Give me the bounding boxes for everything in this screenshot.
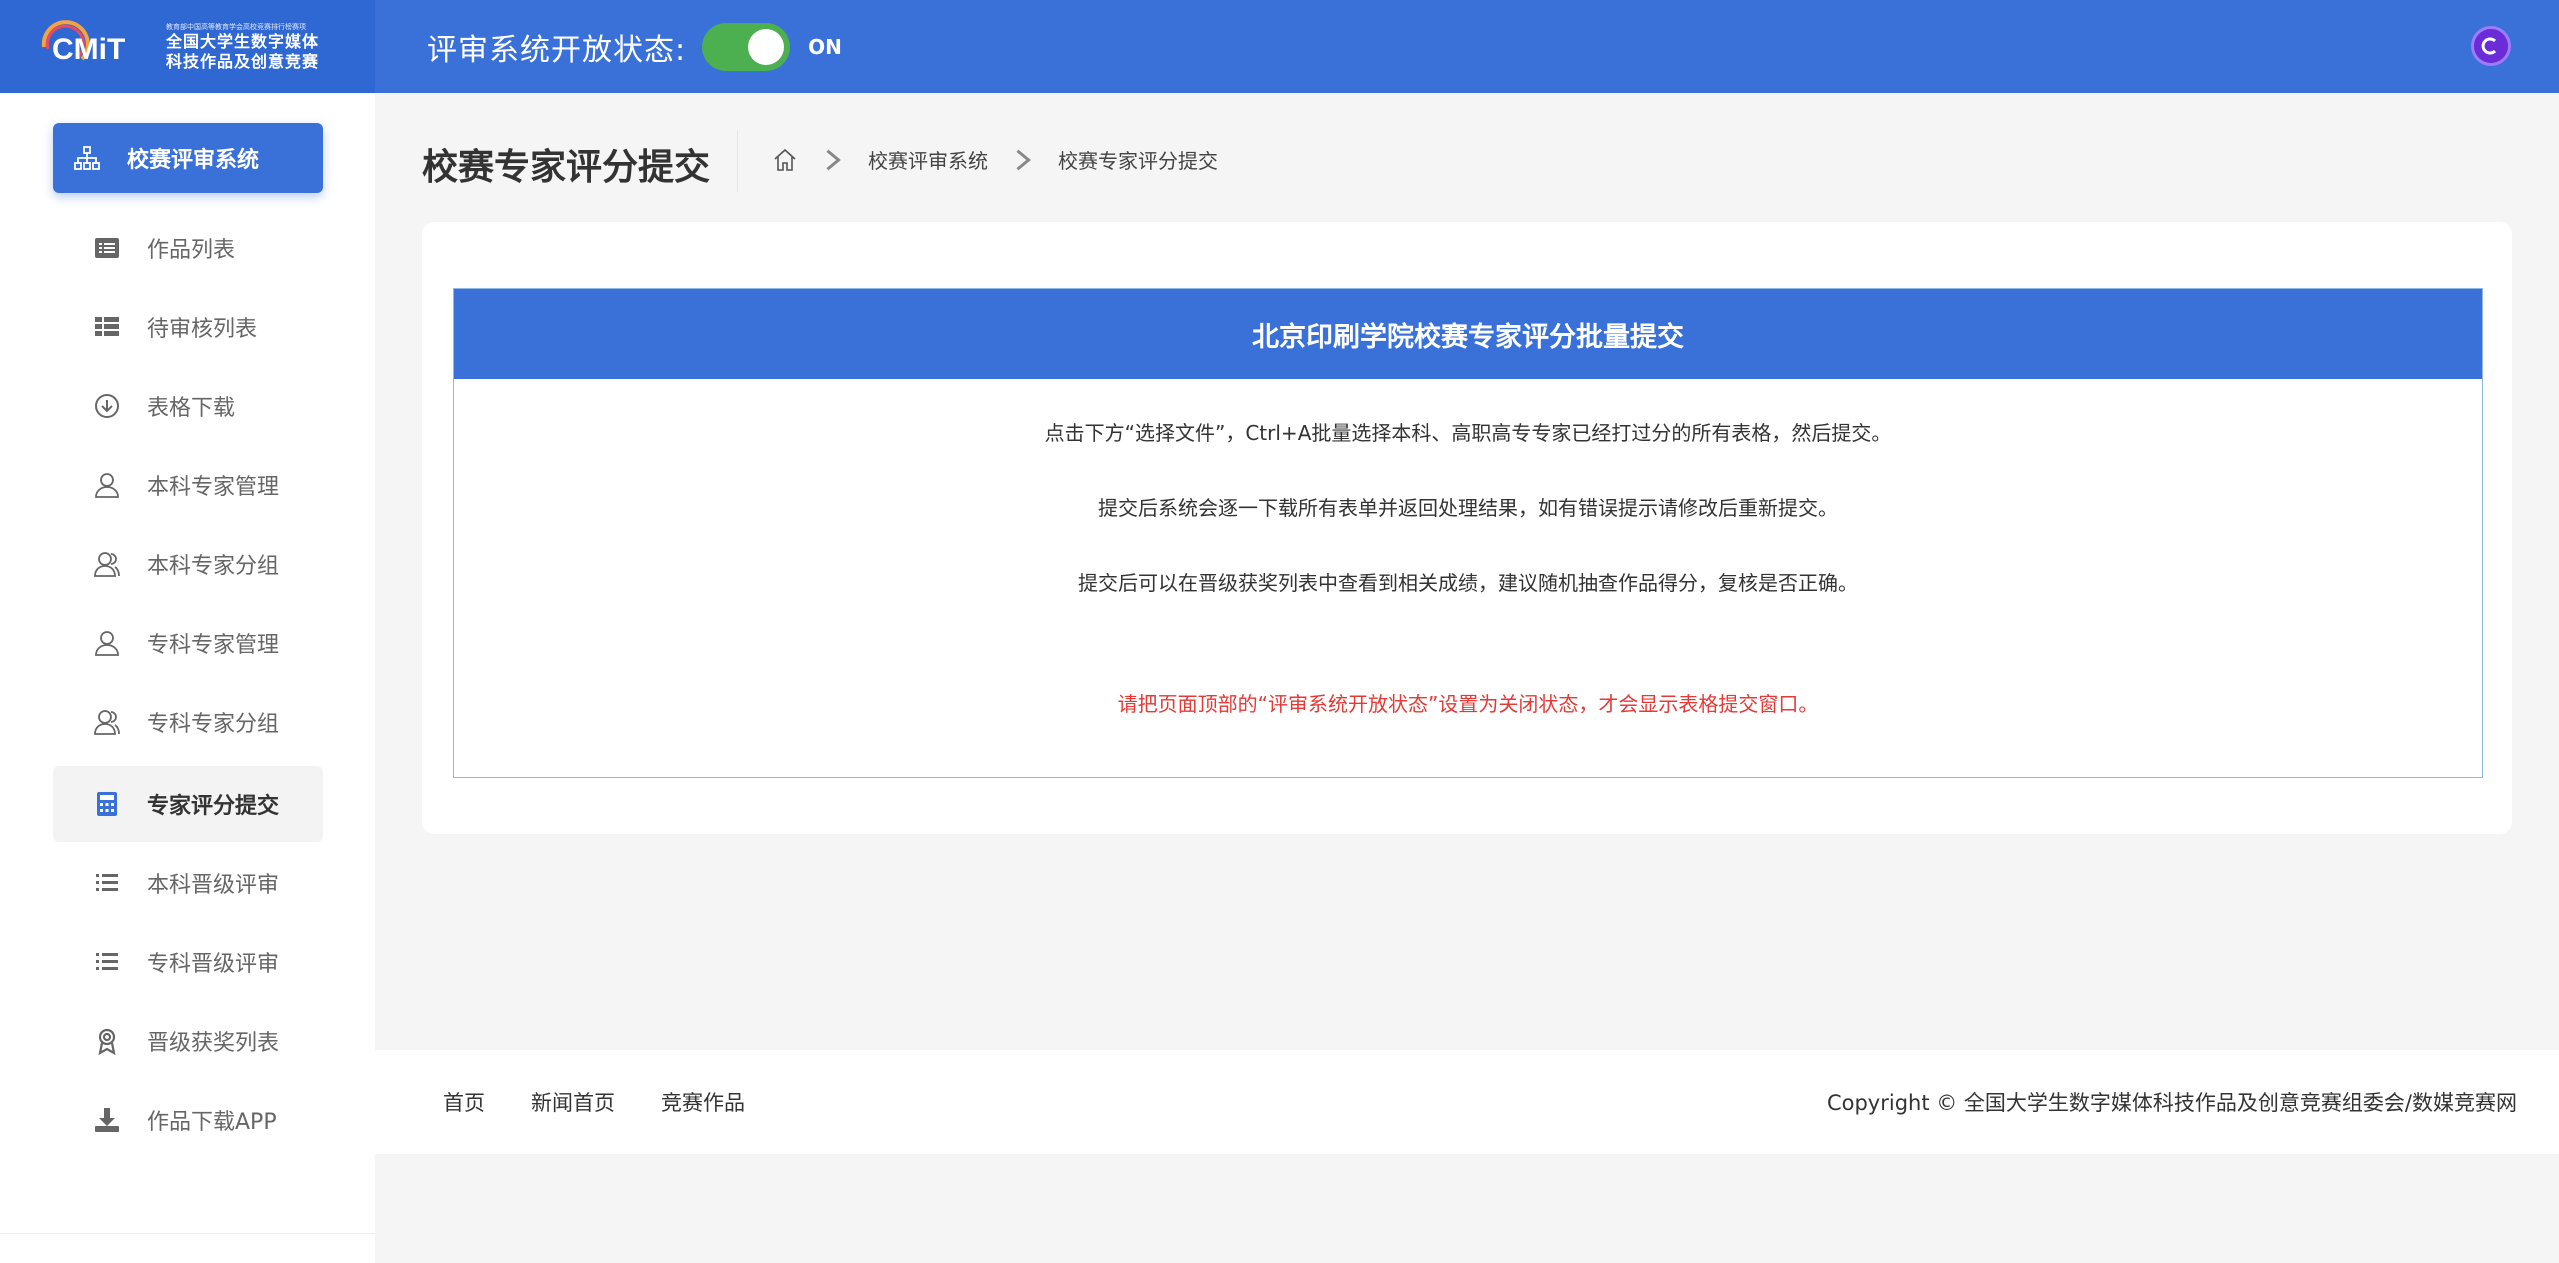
sidebar-item-score-submit[interactable]: 专家评分提交	[53, 766, 323, 842]
toggle-state-text: ON	[808, 34, 842, 59]
instruction-line-1: 点击下方“选择文件”，Ctrl+A批量选择本科、高职高专专家已经打过分的所有表格…	[1044, 421, 1892, 445]
calculator-icon	[97, 792, 117, 816]
user-icon	[95, 631, 119, 656]
copyright: Copyright © 全国大学生数字媒体科技作品及创意竞赛组委会/数媒竞赛网	[1826, 1091, 2517, 1115]
sidebar-item-label: 本科专家分组	[147, 554, 280, 579]
user-avatar[interactable]	[2471, 26, 2511, 66]
grid-list-icon	[95, 317, 119, 336]
footer-link-works[interactable]: 竞赛作品	[661, 1087, 745, 1117]
list-icon	[96, 953, 118, 970]
panel-title: 北京印刷学院校赛专家评分批量提交	[454, 289, 2482, 379]
breadcrumb-review-system[interactable]: 校赛评审系统	[868, 145, 988, 174]
sidebar-item-undergrad-groups[interactable]: 本科专家分组	[53, 526, 323, 602]
sidebar-item-award-list[interactable]: 晋级获奖列表	[53, 1003, 323, 1079]
logo-line-2: 科技作品及创意竞赛	[166, 51, 320, 71]
sidebar-item-college-promotion[interactable]: 专科晋级评审	[53, 924, 323, 1000]
batch-submit-panel: 北京印刷学院校赛专家评分批量提交 点击下方“选择文件”，Ctrl+A批量选择本科…	[453, 288, 2483, 778]
logo[interactable]: CMiT 教育部中国高等教育学会高校竞赛排行榜赛项 全国大学生数字媒体 科技作品…	[0, 0, 375, 93]
toggle-knob	[748, 28, 785, 65]
download-circle-icon	[95, 394, 119, 418]
content-card: 北京印刷学院校赛专家评分批量提交 点击下方“选择文件”，Ctrl+A批量选择本科…	[422, 222, 2512, 834]
sidebar-item-form-download[interactable]: 表格下载	[53, 368, 323, 444]
award-icon	[98, 1028, 116, 1055]
sidebar-item-label: 本科晋级评审	[147, 873, 280, 898]
top-header: CMiT 教育部中国高等教育学会高校竞赛排行榜赛项 全国大学生数字媒体 科技作品…	[0, 0, 2559, 93]
page-title: 校赛专家评分提交	[422, 147, 711, 188]
sidebar-item-label: 专科晋级评审	[147, 952, 280, 977]
review-status-label: 评审系统开放状态:	[427, 32, 687, 68]
logo-line-1: 全国大学生数字媒体	[166, 31, 320, 51]
sidebar-item-label: 专科专家管理	[147, 633, 280, 658]
chevron-right-icon	[1016, 149, 1031, 170]
review-status-toggle[interactable]	[702, 22, 791, 71]
page-footer: 首页 新闻首页 竞赛作品 Copyright © 全国大学生数字媒体科技作品及创…	[375, 1050, 2559, 1154]
user-group-icon	[94, 710, 120, 735]
instruction-line-3: 提交后可以在晋级获奖列表中查看到相关成绩，建议随机抽查作品得分，复核是否正确。	[1078, 571, 1858, 595]
sidebar: 校赛评审系统 作品列表 待审核列表 表格下载 本科专家管理 本科专家分组 专科专…	[0, 93, 375, 1263]
sidebar-footer	[0, 1233, 375, 1263]
instruction-line-2: 提交后系统会逐一下载所有表单并返回处理结果，如有错误提示请修改后重新提交。	[1098, 496, 1838, 520]
cmit-logo-icon: CMiT	[41, 19, 125, 66]
sidebar-item-review-system[interactable]: 校赛评审系统	[53, 123, 323, 193]
breadcrumb: 校赛评审系统 校赛专家评分提交	[772, 145, 1218, 174]
org-chart-icon	[74, 146, 100, 170]
sidebar-item-label: 本科专家管理	[147, 475, 280, 500]
home-icon[interactable]	[772, 147, 798, 173]
user-icon	[95, 473, 119, 498]
sidebar-item-label: 作品下载APP	[147, 1110, 277, 1135]
footer-link-home[interactable]: 首页	[443, 1087, 485, 1117]
sidebar-item-college-groups[interactable]: 专科专家分组	[53, 684, 323, 760]
download-tray-icon	[95, 1108, 119, 1132]
list-icon	[96, 874, 118, 891]
sidebar-item-label: 表格下载	[147, 396, 236, 421]
sidebar-item-label: 作品列表	[147, 238, 236, 263]
review-status: 评审系统开放状态: ON	[427, 22, 842, 71]
sidebar-item-undergrad-promotion[interactable]: 本科晋级评审	[53, 845, 323, 921]
sidebar-item-undergrad-experts[interactable]: 本科专家管理	[53, 447, 323, 523]
sidebar-item-download-app[interactable]: 作品下载APP	[53, 1082, 323, 1158]
sidebar-item-label: 专家评分提交	[147, 794, 280, 819]
warning-message: 请把页面顶部的“评审系统开放状态”设置为关闭状态，才会显示表格提交窗口。	[1117, 692, 1819, 716]
sidebar-item-pending-list[interactable]: 待审核列表	[53, 289, 323, 365]
title-divider	[737, 130, 738, 192]
breadcrumb-current: 校赛专家评分提交	[1058, 149, 1218, 173]
sidebar-item-label: 校赛评审系统	[127, 148, 260, 173]
svg-text:CMiT: CMiT	[52, 33, 125, 66]
logo-subtitle: 教育部中国高等教育学会高校竞赛排行榜赛项	[166, 22, 306, 31]
sidebar-item-label: 待审核列表	[147, 317, 258, 342]
sidebar-item-label: 专科专家分组	[147, 712, 280, 737]
list-box-icon	[95, 238, 119, 258]
user-group-icon	[94, 552, 120, 577]
avatar-c-icon	[2481, 37, 2497, 55]
sidebar-item-college-experts[interactable]: 专科专家管理	[53, 605, 323, 681]
sidebar-item-works-list[interactable]: 作品列表	[53, 210, 323, 286]
footer-link-news[interactable]: 新闻首页	[531, 1087, 615, 1117]
sidebar-item-label: 晋级获奖列表	[147, 1031, 280, 1056]
chevron-right-icon	[826, 149, 841, 170]
